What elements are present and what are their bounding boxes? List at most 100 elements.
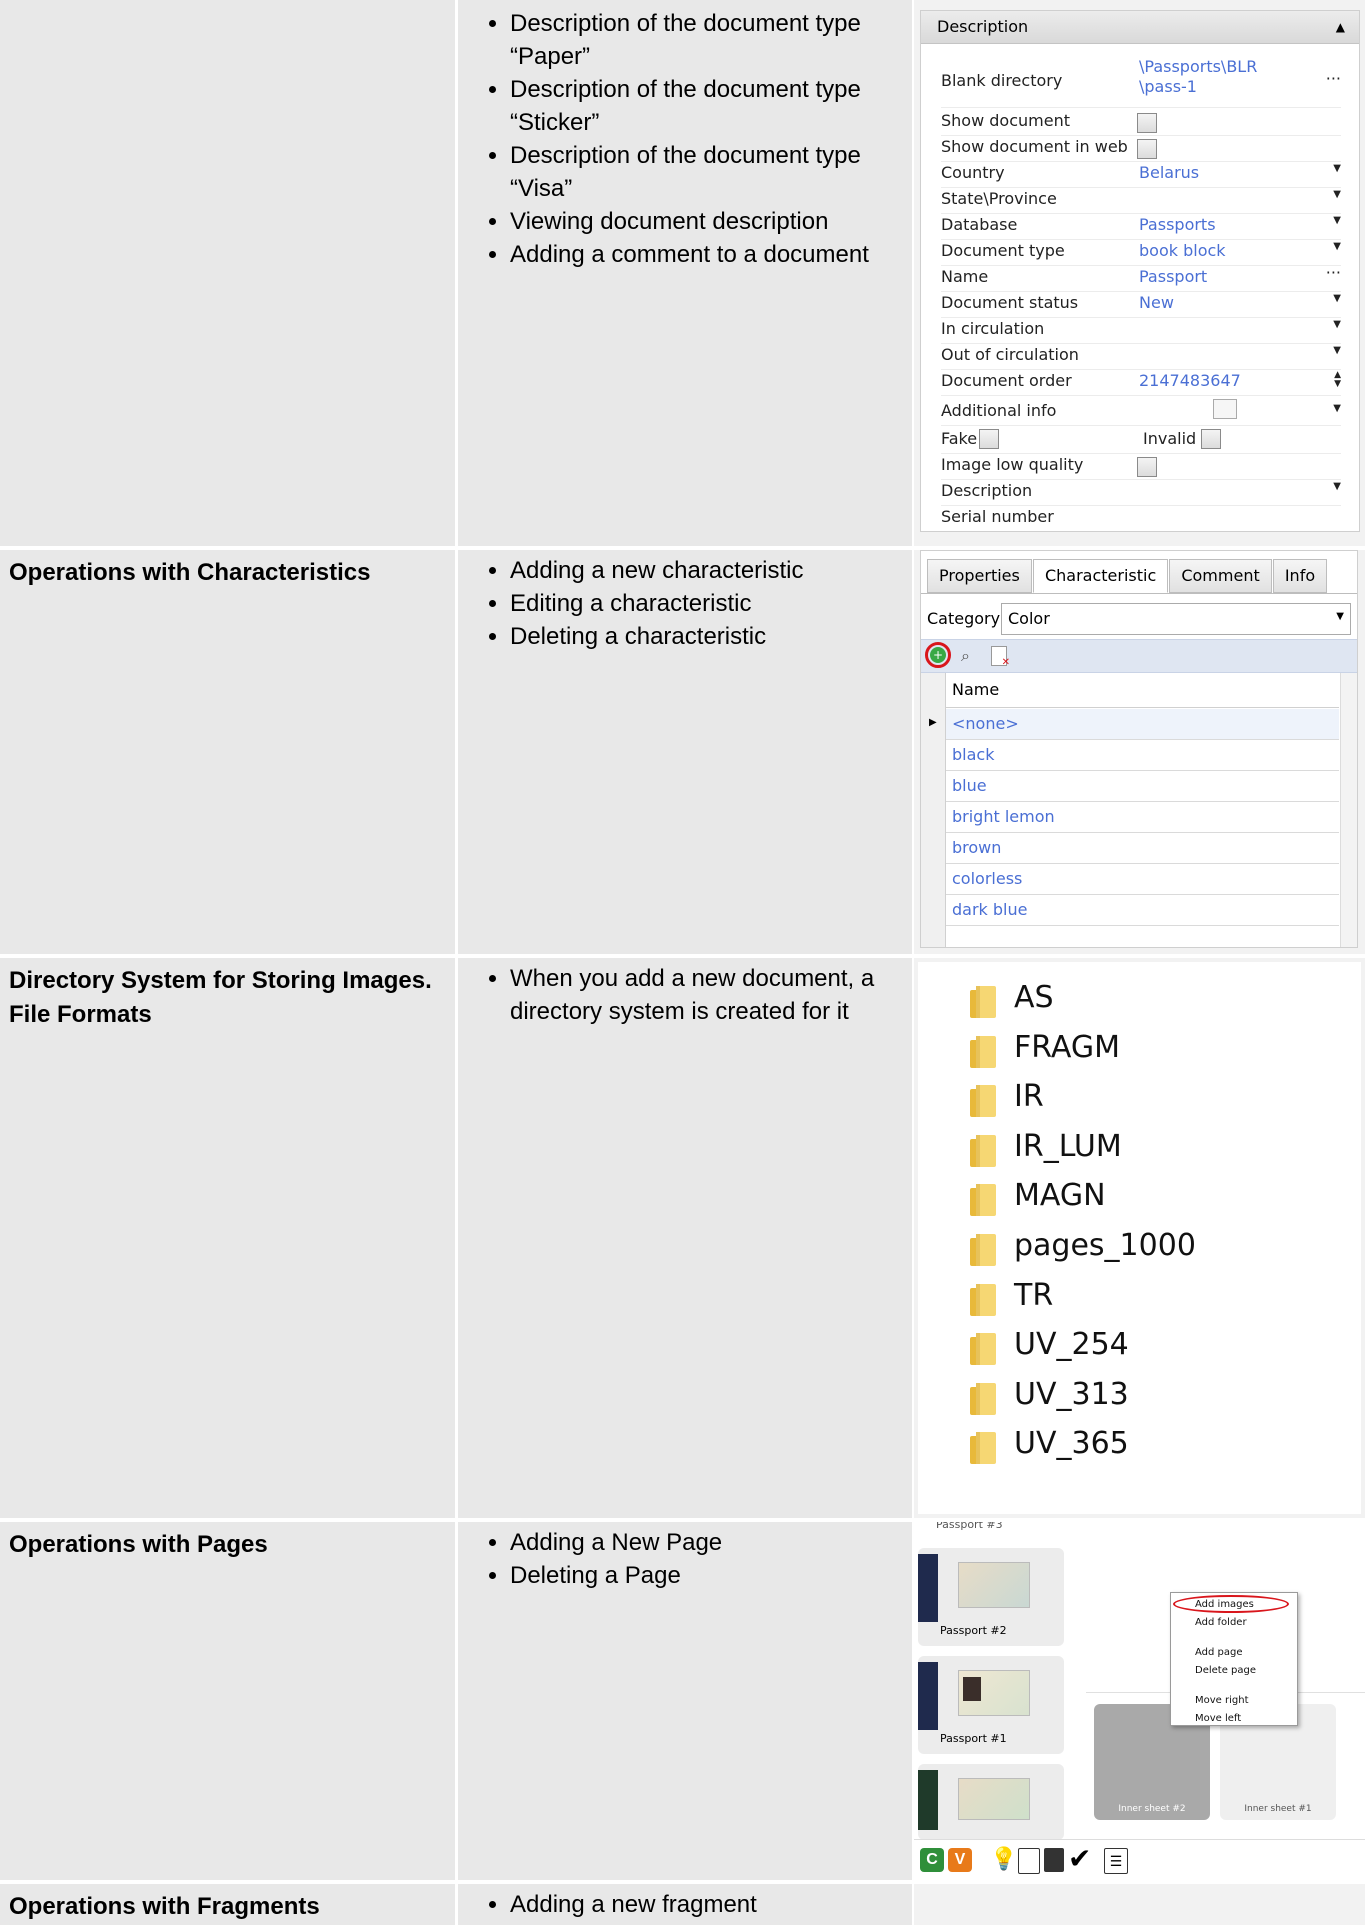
screenshot-cell [914,1884,1365,1925]
prop-database: Database Passports ▼ [941,215,1341,240]
table-row[interactable]: brown [946,833,1339,864]
image-low-quality-checkbox[interactable] [1137,456,1157,477]
prop-label: Country [941,163,1005,182]
bullet-item: Adding a comment to a document [510,238,920,271]
panel-header[interactable]: Description ▲ [921,11,1359,44]
bullet-list: Adding a new characteristic Editing a ch… [490,554,920,653]
folder-icon [970,1234,996,1266]
dropdown-icon[interactable]: ▼ [1333,293,1341,304]
prop-value-line: \pass-1 [1139,77,1197,96]
folder-name: MAGN [1014,1178,1106,1214]
prop-value[interactable]: Belarus [1139,163,1199,182]
prop-country: Country Belarus ▼ [941,163,1341,188]
topic-cell: Operations with Pages [0,1522,455,1880]
screenshot-cell: Description ▲ Blank directory \Passports… [914,0,1365,546]
checkmark-icon[interactable]: ✔ [1068,1842,1091,1875]
row-selector-column [921,673,946,947]
column-header-name[interactable]: Name [946,673,1339,708]
menu-item-add-page[interactable]: Add page [1195,1647,1243,1658]
prop-value[interactable]: 2147483647 [1139,371,1241,390]
prop-label: Description [941,481,1033,500]
prop-label: Document order [941,371,1072,390]
collapse-icon[interactable]: ▲ [1336,11,1345,43]
tab-bar: Properties Characteristic Comment Info [927,559,1328,593]
list-icon[interactable]: ☰ [1104,1848,1128,1874]
table-row[interactable]: colorless [946,864,1339,895]
prop-document-status: Document status New ▼ [941,293,1341,318]
row-description: Description of the document type “Paper”… [0,0,1365,546]
row-characteristics: Operations with Characteristics Adding a… [0,550,1365,954]
lightbulb-icon[interactable]: 💡 [990,1846,1017,1872]
fake-checkbox[interactable] [979,428,999,449]
table-row[interactable]: blue [946,771,1339,802]
dropdown-icon[interactable]: ▼ [1333,481,1341,492]
spinner-icon[interactable]: ▲ ▼ [1334,371,1341,389]
sheet-label: Inner sheet #1 [1244,1804,1312,1814]
tab-characteristic[interactable]: Characteristic [1032,559,1169,593]
folder-name: TR [1014,1277,1054,1313]
v-check-icon[interactable]: V [948,1848,972,1872]
bullets-cell: Adding a new characteristic Editing a ch… [458,550,912,954]
prop-document-order: Document order 2147483647 ▲ ▼ [941,371,1341,396]
page-thumbnail[interactable]: Passport #2 [918,1548,1064,1646]
table-row[interactable]: black [946,740,1339,771]
bullets-cell: Adding a New Page Deleting a Page [458,1522,912,1880]
screenshot-cell: Passport #3 Passport #2 Passport #1 Inne… [914,1522,1365,1880]
dropdown-icon[interactable]: ▼ [1333,403,1341,414]
dropdown-icon[interactable]: ▼ [1333,189,1341,200]
dropdown-icon[interactable]: ▼ [1333,319,1341,330]
prop-value[interactable]: New [1139,293,1174,312]
prop-value[interactable]: book block [1139,241,1226,260]
dark-document-icon[interactable] [1044,1848,1064,1872]
topic-cell [0,0,455,546]
dropdown-icon[interactable]: ▼ [1333,163,1341,174]
dropdown-icon[interactable]: ▼ [1333,241,1341,252]
folder-name: IR_LUM [1014,1128,1122,1164]
page-thumbnail[interactable] [918,1764,1064,1840]
menu-item-move-right[interactable]: Move right [1195,1695,1249,1706]
ellipsis-button[interactable]: ··· [1326,263,1341,282]
folder-icon [970,1382,996,1415]
topic-cell: Directory System for Storing Images. Fil… [0,958,455,1518]
page-thumbnail[interactable]: Passport #1 [918,1656,1064,1754]
edit-search-icon[interactable]: ⌕ [961,646,970,666]
show-document-checkbox[interactable] [1137,112,1157,133]
menu-item-delete-page[interactable]: Delete page [1195,1665,1256,1676]
prop-value[interactable]: Passport [1139,267,1207,286]
dropdown-icon[interactable]: ▼ [1333,345,1341,356]
prop-label: Image low quality [941,455,1084,474]
topic-title: Operations with Characteristics [9,559,371,586]
font-icon[interactable] [1213,399,1237,419]
passport-cover-image [918,1662,938,1730]
dropdown-icon[interactable]: ▼ [1333,215,1341,226]
menu-item-add-folder[interactable]: Add folder [1195,1617,1247,1628]
category-select[interactable]: Color ▼ [1001,603,1351,635]
prop-label: Database [941,215,1018,234]
tab-properties[interactable]: Properties [927,559,1032,593]
menu-item-move-left[interactable]: Move left [1195,1713,1241,1724]
bullet-list: Description of the document type “Paper”… [490,7,920,271]
add-icon[interactable]: + [930,647,946,663]
tab-comment[interactable]: Comment [1169,559,1272,593]
c-check-icon[interactable]: C [920,1848,944,1872]
thumb-label: Passport #3 [936,1522,1003,1531]
table-row[interactable]: <none> [946,709,1339,740]
row-fragments: Operations with Fragments Adding a new f… [0,1884,1365,1925]
menu-item-add-images[interactable]: Add images [1195,1599,1254,1610]
delete-icon[interactable]: ✕ [991,646,1010,668]
folder-name: UV_365 [1014,1426,1129,1462]
tab-info[interactable]: Info [1272,559,1328,593]
prop-label: Show document in web [941,137,1128,156]
prop-value[interactable]: Passports [1139,215,1216,234]
prop-name: Name Passport ··· [941,263,1341,292]
table-row[interactable]: bright lemon [946,802,1339,833]
show-document-web-checkbox[interactable] [1137,138,1157,159]
ellipsis-button[interactable]: ··· [1326,69,1341,88]
prop-label: Invalid [1143,429,1197,448]
topic-cell: Operations with Fragments [0,1884,455,1925]
invalid-checkbox[interactable] [1201,428,1221,449]
table-row[interactable]: dark blue [946,895,1339,926]
sheet-label: Inner sheet #2 [1118,1804,1186,1814]
document-icon[interactable] [1018,1848,1040,1874]
scrollbar[interactable] [1340,673,1357,947]
